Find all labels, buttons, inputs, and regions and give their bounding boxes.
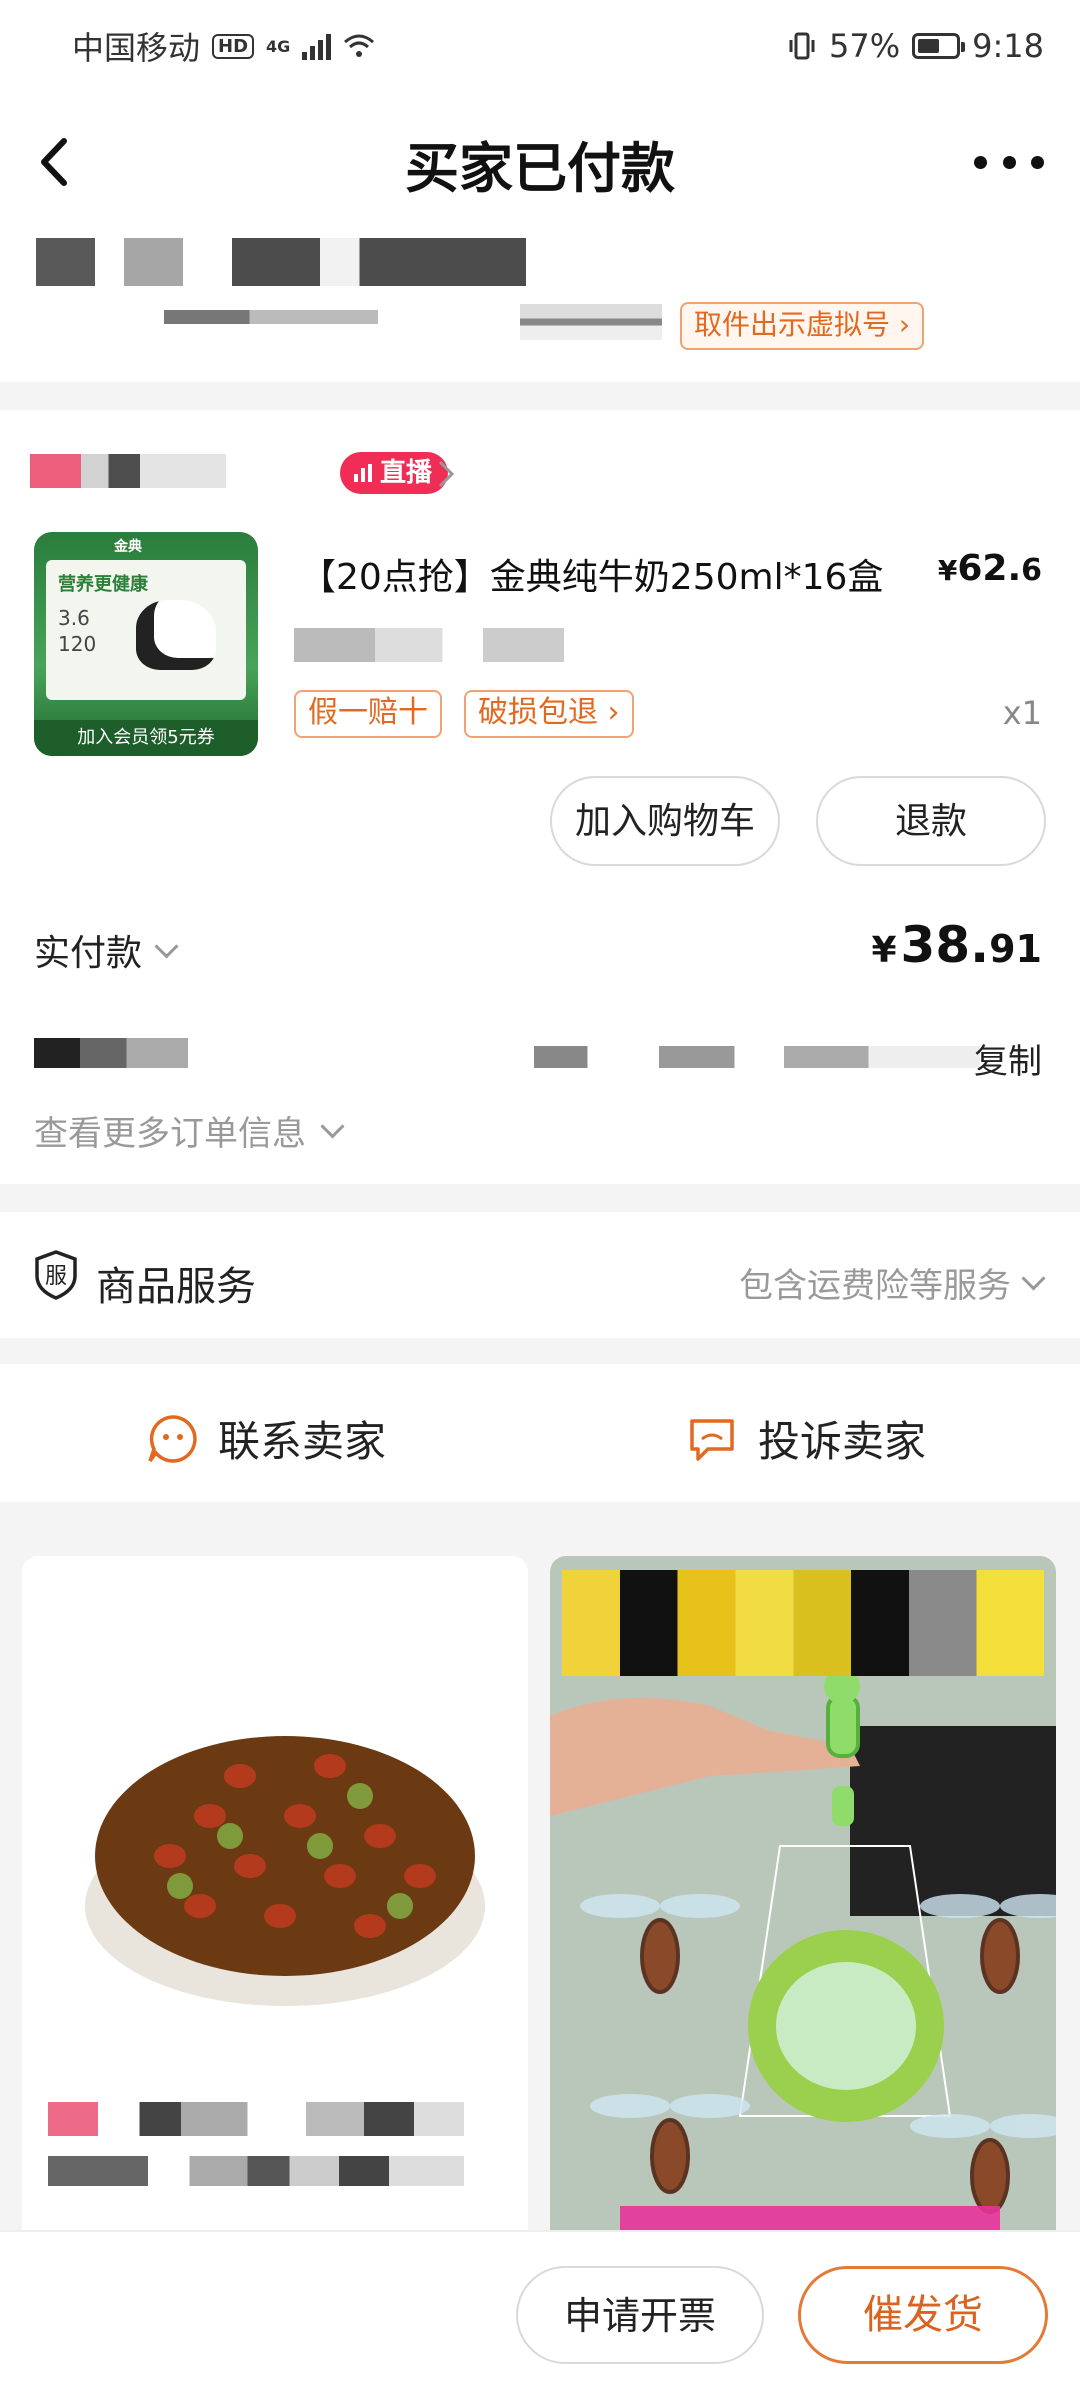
thumb-package: 营养更健康 3.6 120 xyxy=(46,560,246,700)
price-currency: ¥ xyxy=(937,554,958,587)
wifi-icon xyxy=(344,34,375,57)
peanut-dish-image xyxy=(85,1736,485,2006)
redacted-order-id xyxy=(534,1046,980,1068)
add-to-cart-button[interactable]: 加入购物车 xyxy=(550,776,780,866)
dot-icon xyxy=(1031,155,1044,169)
live-badge[interactable]: 直播 xyxy=(340,452,449,494)
paid-currency: ¥ xyxy=(871,930,897,971)
battery-icon xyxy=(912,33,966,59)
thumb-banner: 加入会员领5元券 xyxy=(34,720,258,756)
product-title[interactable]: 【20点抢】金典纯牛奶250ml*16盒 xyxy=(300,548,883,600)
paid-decimal: 91 xyxy=(989,927,1042,971)
service-desc-text: 包含运费险等服务 xyxy=(739,1266,1011,1306)
recommend-card[interactable] xyxy=(22,1556,528,2246)
carrier-name: 中国移动 xyxy=(72,29,201,67)
more-order-info-label: 查看更多订单信息 xyxy=(34,1114,306,1154)
tag-damage-refund[interactable]: 破损包退 › xyxy=(464,690,634,738)
redacted-title-line2 xyxy=(48,2156,464,2186)
service-icon-char: 服 xyxy=(45,1264,67,1289)
complaint-icon xyxy=(690,1418,734,1461)
chevron-down-icon xyxy=(154,933,179,959)
back-button[interactable] xyxy=(36,132,96,192)
copy-order-button[interactable]: 复制 xyxy=(974,1034,1042,1083)
dot-icon xyxy=(974,155,987,169)
redacted-address xyxy=(36,238,526,286)
hd-badge: HD xyxy=(212,33,255,59)
redacted-store-name xyxy=(30,454,226,488)
page-title: 买家已付款 xyxy=(405,136,675,200)
service-description: 包含运费险等服务 xyxy=(739,1258,1046,1307)
product-thumbnail[interactable]: 金典 营养更健康 3.6 120 加入会员领5元券 xyxy=(34,532,258,756)
paid-amount: ¥38.91 xyxy=(871,916,1042,974)
vibrate-icon xyxy=(789,32,815,60)
contact-seller-button[interactable]: 联系卖家 xyxy=(146,1408,386,1469)
product-quantity: x1 xyxy=(1002,694,1042,732)
complain-seller-label: 投诉卖家 xyxy=(758,1417,927,1466)
nav-header: 买家已付款 xyxy=(0,92,1080,234)
thumb-slogan: 营养更健康 xyxy=(58,574,148,595)
shield-icon: 服 xyxy=(35,1250,77,1300)
bottom-action-bar: 申请开票 催发货 xyxy=(0,2230,1080,2402)
service-title: 商品服务 xyxy=(96,1264,256,1310)
more-order-info-toggle[interactable]: 查看更多订单信息 xyxy=(34,1106,345,1155)
redacted-address-line2 xyxy=(164,310,378,324)
redacted-overlay-title xyxy=(562,1570,1044,1676)
complain-seller-button[interactable]: 投诉卖家 xyxy=(686,1408,926,1469)
battery-percent: 57% xyxy=(829,27,901,65)
paid-label: 实付款 xyxy=(34,933,143,974)
request-invoice-button[interactable]: 申请开票 xyxy=(516,2266,764,2364)
tag-fake-compensation[interactable]: 假一赔十 xyxy=(294,690,442,738)
redacted-variant xyxy=(294,628,564,662)
thumb-brand: 金典 xyxy=(114,539,142,555)
paid-amount-toggle[interactable]: 实付款 xyxy=(34,924,179,976)
redacted-title-line1 xyxy=(48,2102,464,2136)
dot-icon xyxy=(1002,155,1016,169)
price-decimal: 6 xyxy=(1021,553,1042,588)
recommend-card[interactable] xyxy=(550,1556,1056,2246)
refund-button[interactable]: 退款 xyxy=(816,776,1046,866)
chevron-down-icon xyxy=(320,1114,345,1139)
thumb-calcium: 120 xyxy=(58,632,97,656)
signal-icon xyxy=(302,32,332,60)
contact-seller-label: 联系卖家 xyxy=(218,1417,387,1466)
cow-graphic xyxy=(136,600,216,670)
network-type: 4G xyxy=(266,36,291,56)
product-price: ¥62.6 xyxy=(938,548,1042,589)
paid-integer: 38. xyxy=(900,916,990,974)
more-options-button[interactable] xyxy=(974,132,1044,192)
status-right: 57% 9:18 xyxy=(787,27,1044,65)
back-arrow-icon xyxy=(41,138,67,186)
live-badge-label: 直播 xyxy=(380,458,433,488)
urge-shipment-button[interactable]: 催发货 xyxy=(798,2266,1048,2364)
mosquito-repellent-image xyxy=(550,1556,1056,2246)
pickup-virtual-number-button[interactable]: 取件出示虚拟号 › xyxy=(680,302,925,350)
live-bars-icon xyxy=(354,464,372,482)
thumb-protein: 3.6 xyxy=(58,606,90,630)
clock: 9:18 xyxy=(972,27,1044,65)
redacted-phone xyxy=(520,304,662,340)
price-integer: 62. xyxy=(957,548,1022,589)
redacted-order-number xyxy=(34,1038,188,1068)
seller-contact-row: 联系卖家 投诉卖家 xyxy=(0,1364,1080,1502)
chevron-down-icon xyxy=(1021,1266,1046,1291)
store-chevron-icon[interactable] xyxy=(436,458,456,490)
chat-face-icon xyxy=(148,1414,197,1463)
status-left: 中国移动 HD 4G xyxy=(72,23,375,69)
status-bar: 中国移动 HD 4G 57% 9:18 xyxy=(0,0,1080,92)
product-service-row[interactable]: 服 商品服务 包含运费险等服务 xyxy=(0,1212,1080,1338)
